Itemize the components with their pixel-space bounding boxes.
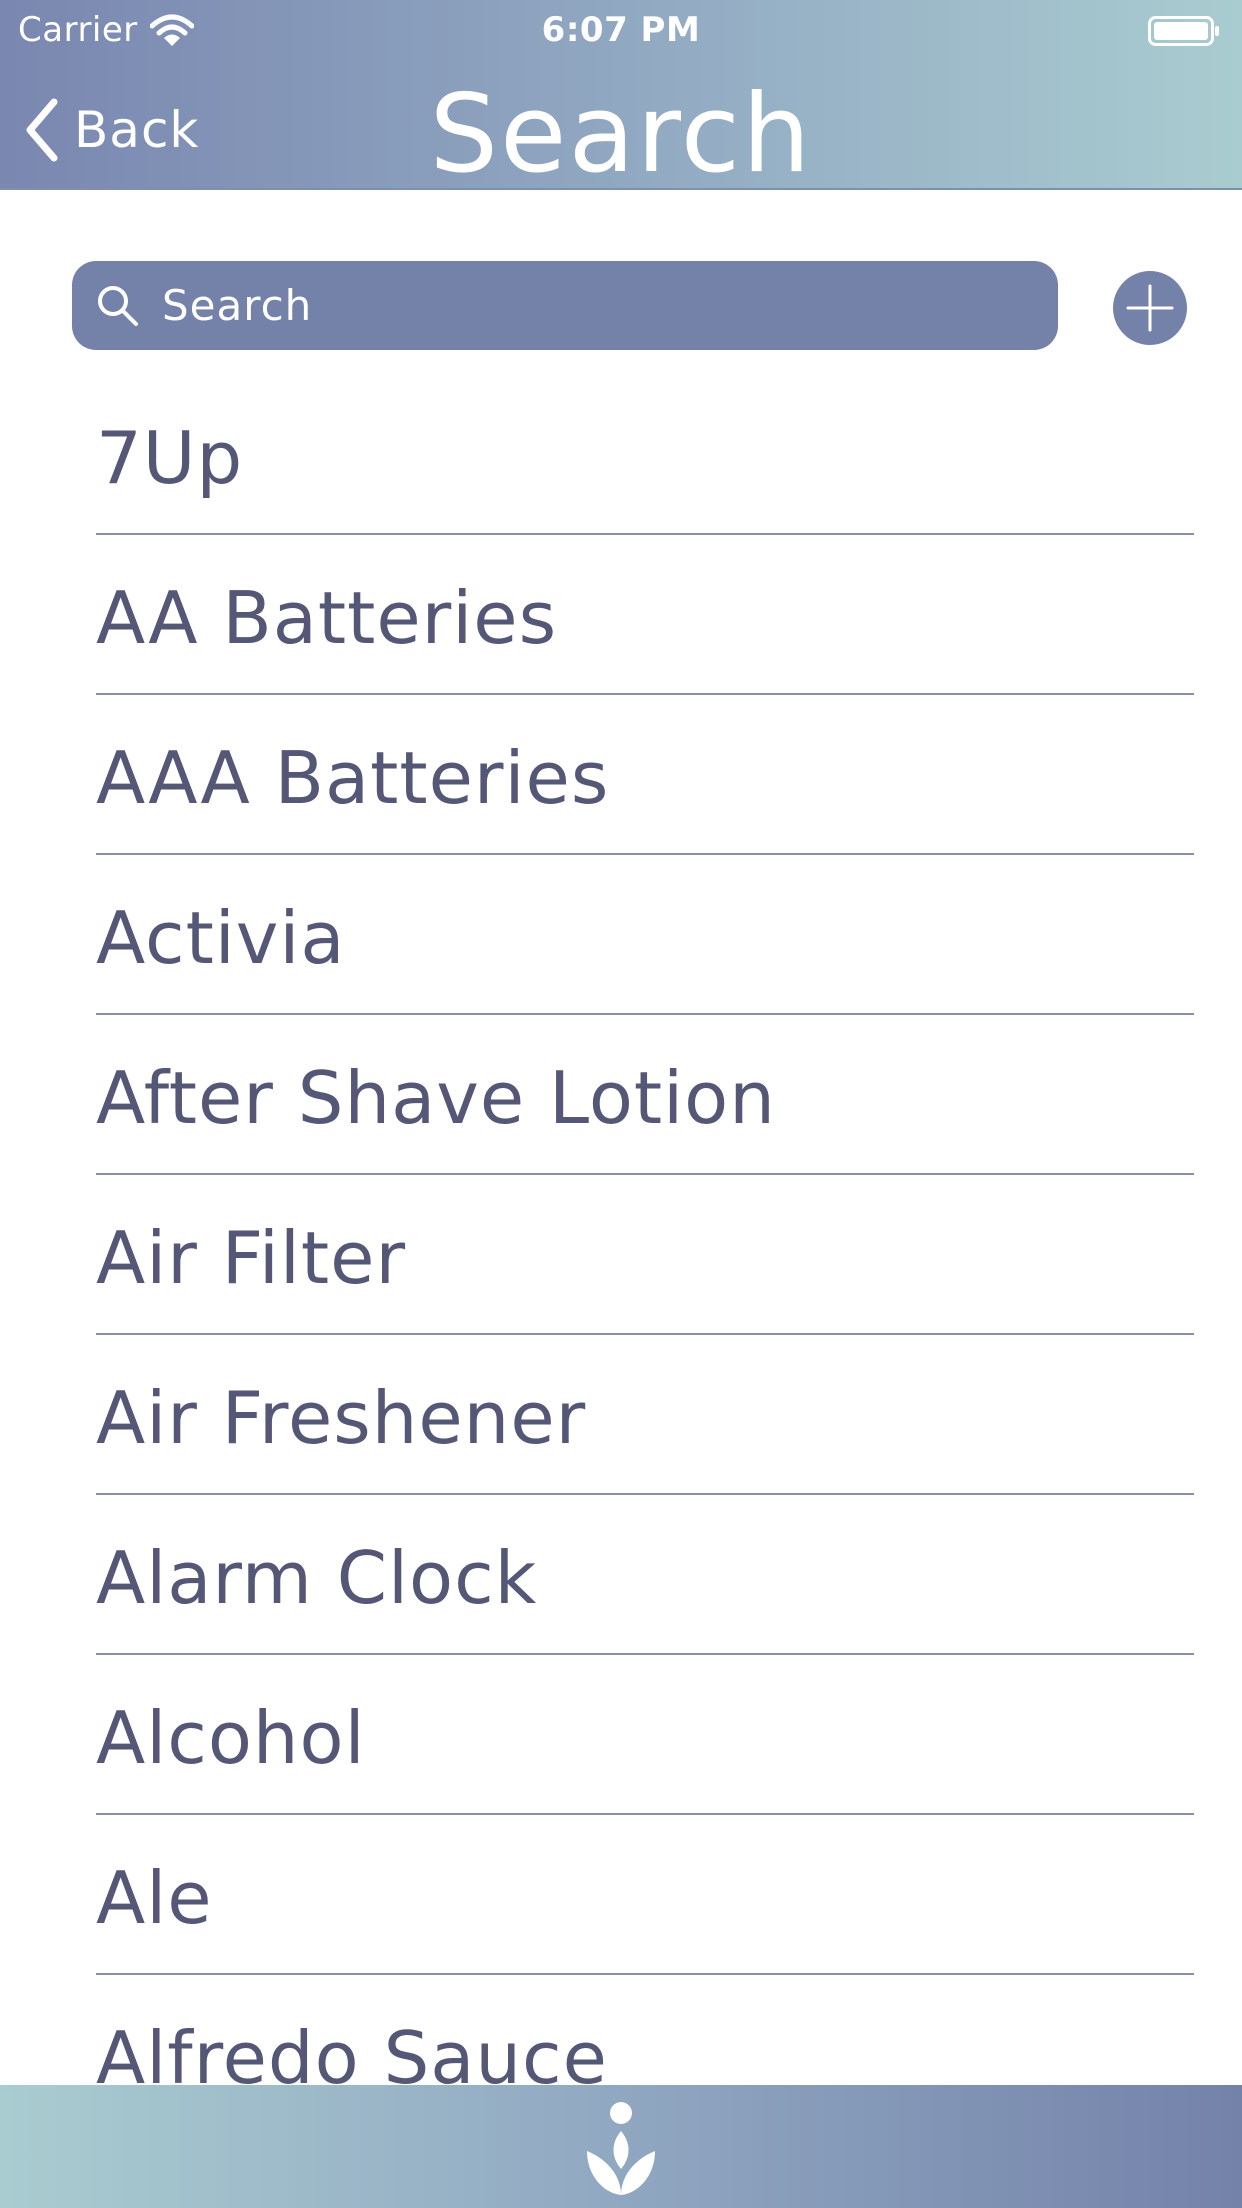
item-list: 7Up AA Batteries AAA Batteries Activia A…: [96, 375, 1194, 2085]
header: Carrier 6:07 PM Back Search: [0, 0, 1242, 197]
list-item[interactable]: Air Filter: [96, 1175, 1194, 1335]
list-item[interactable]: Alfredo Sauce: [96, 1975, 1194, 2085]
list-item[interactable]: AA Batteries: [96, 535, 1194, 695]
status-time: 6:07 PM: [541, 10, 701, 50]
list-item[interactable]: Alcohol: [96, 1655, 1194, 1815]
list-item[interactable]: AAA Batteries: [96, 695, 1194, 855]
app-logo-icon[interactable]: [581, 2099, 661, 2199]
search-icon: [98, 285, 138, 326]
search-input[interactable]: [160, 280, 1044, 331]
list-item[interactable]: After Shave Lotion: [96, 1015, 1194, 1175]
add-button[interactable]: [1113, 271, 1187, 345]
plus-icon: [1126, 284, 1174, 332]
bottom-tab-bar: [0, 2085, 1242, 2208]
search-bar[interactable]: [72, 261, 1058, 350]
status-bar: Carrier 6:07 PM: [0, 0, 1242, 60]
list-item[interactable]: Ale: [96, 1815, 1194, 1975]
battery-icon: [1148, 16, 1219, 46]
list-item[interactable]: 7Up: [96, 375, 1194, 535]
list-item[interactable]: Air Freshener: [96, 1335, 1194, 1495]
page-title: Search: [429, 72, 813, 197]
list-item[interactable]: Activia: [96, 855, 1194, 1015]
list-item[interactable]: Alarm Clock: [96, 1495, 1194, 1655]
